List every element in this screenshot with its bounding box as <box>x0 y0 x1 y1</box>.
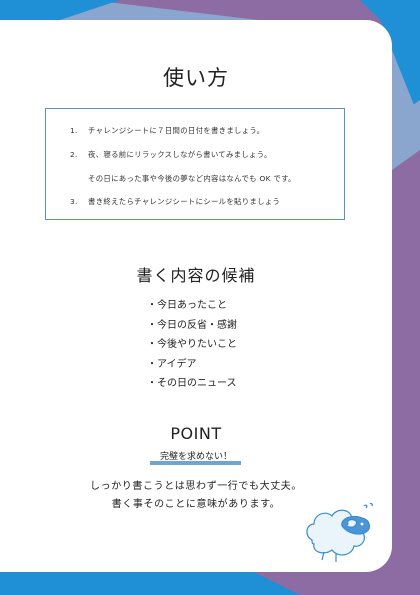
step-1: 1. チャレンジシートに７日間の日付を書きましょう。 <box>70 125 264 136</box>
page-title: 使い方 <box>163 66 229 90</box>
step-2: 2. 夜、寝る前にリラックスしながら書いてみましょう。 <box>70 149 272 160</box>
step-number: 3. <box>70 197 78 206</box>
list-item: ・その日のニュース <box>147 378 237 390</box>
step-text: チャレンジシートに７日間の日付を書きましょう。 <box>88 126 265 135</box>
ideas-title: 書く内容の候補 <box>136 266 256 285</box>
point-subtitle-text: 完璧を求めない！ <box>159 452 232 462</box>
list-item: ・今日あったこと <box>147 300 227 311</box>
howto-box: 1. チャレンジシートに７日間の日付を書きましょう。 2. 夜、寝る前にリラックスし… <box>45 108 345 220</box>
ideas-list: ・今日あったこと ・今日の反省・感謝 ・今後やりたいこと ・アイデア ・その日の… <box>147 296 237 394</box>
list-item: ・今日の反省・感謝 <box>147 319 237 331</box>
point-line-1: しっかり書こうとは思わず一行でも大丈夫。 <box>90 481 302 492</box>
step-2-note: その日にあった事や今後の夢など内容はなんでも OK です。 <box>70 173 296 184</box>
step-text: 夜、寝る前にリラックスしながら書いてみましょう。 <box>88 150 272 159</box>
point-title: POINT <box>170 424 222 443</box>
list-item: ・今後やりたいこと <box>147 339 237 351</box>
step-3: 3. 書き終えたらチャレンジシートにシールを貼りましょう <box>70 196 280 207</box>
step-text: 書き終えたらチャレンジシートにシールを貼りましょう <box>88 197 281 206</box>
step-number: 1. <box>70 126 78 135</box>
sheep-illustration-icon <box>306 503 373 562</box>
step-text: その日にあった事や今後の夢など内容はなんでも OK です。 <box>88 174 296 183</box>
point-subtitle: 完璧を求めない！ <box>0 449 392 462</box>
step-number: 2. <box>70 150 78 159</box>
list-item: ・アイデア <box>147 358 197 370</box>
